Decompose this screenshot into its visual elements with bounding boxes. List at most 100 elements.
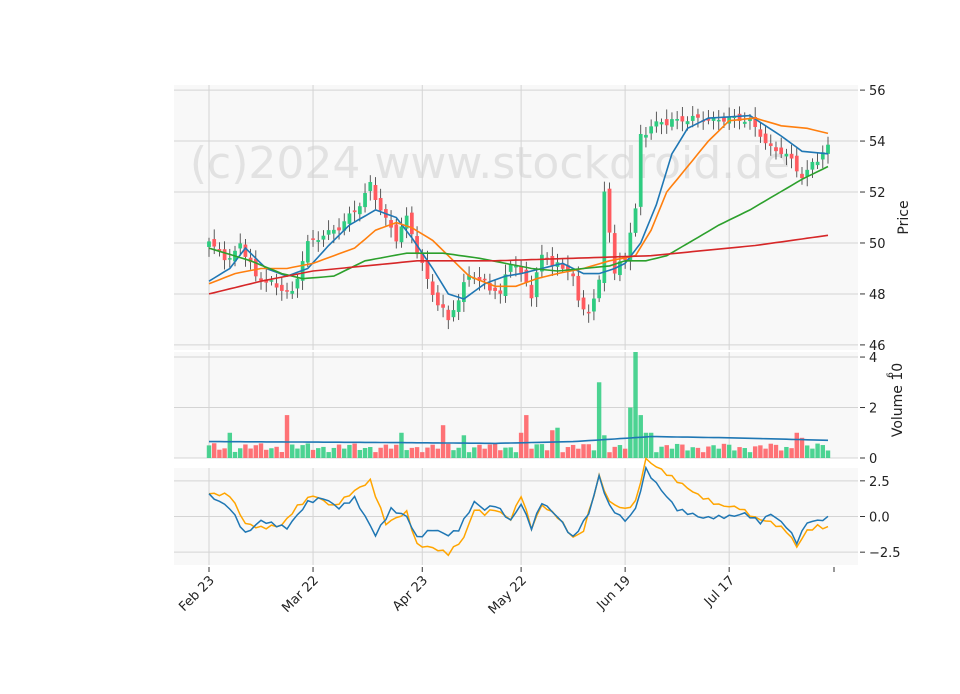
volume-bar <box>446 443 451 458</box>
volume-bar <box>576 448 581 458</box>
volume-bar <box>591 450 597 458</box>
candle-body <box>253 258 258 277</box>
volume-bar <box>690 447 695 458</box>
candle-body <box>222 249 227 261</box>
volume-tick-label: 0 <box>869 452 877 467</box>
volume-bar <box>680 444 685 458</box>
volume-bar <box>430 444 435 458</box>
volume-bar <box>492 443 498 458</box>
volume-bar <box>700 452 706 458</box>
volume-bar <box>508 447 513 458</box>
volume-bar <box>581 444 586 458</box>
volume-bar <box>248 448 253 458</box>
volume-bar <box>237 448 243 458</box>
volume-bar <box>544 450 550 458</box>
candle-body <box>779 147 784 155</box>
candle-body <box>696 114 700 118</box>
candle-body <box>534 272 539 298</box>
candle-body <box>800 173 804 179</box>
volume-bar <box>482 448 487 458</box>
volume-bar <box>586 444 591 458</box>
volume-bar <box>498 450 503 458</box>
volume-bar <box>810 448 815 458</box>
volume-bar <box>555 427 560 458</box>
volume-bar <box>206 445 212 458</box>
candle-body <box>352 210 357 213</box>
volume-bar <box>451 450 456 458</box>
candle-body <box>597 279 601 299</box>
volume-bar <box>227 432 233 458</box>
volume-bar <box>602 435 607 458</box>
volume-axis-exponent: 6 <box>886 372 896 378</box>
volume-bar <box>628 407 633 458</box>
volume-bar <box>394 444 399 458</box>
volume-bar <box>825 450 831 458</box>
volume-bar <box>414 447 420 458</box>
candle-body <box>311 238 315 240</box>
volume-bar <box>258 443 264 458</box>
volume-bar <box>784 446 789 458</box>
volume-bar <box>399 432 404 458</box>
candle-body <box>279 284 284 291</box>
candle-body <box>482 278 487 281</box>
volume-bar <box>290 444 295 458</box>
volume-bar <box>357 449 363 458</box>
oscillator-tick-label: 0.0 <box>869 511 890 526</box>
candle-body <box>394 224 399 242</box>
volume-bar <box>440 425 446 458</box>
x-tick-label: Jul 17 <box>701 573 738 610</box>
candle-body <box>347 213 352 224</box>
volume-bar <box>425 447 430 458</box>
candle-body <box>815 161 820 166</box>
candle-body <box>560 264 565 269</box>
candle-body <box>763 133 768 144</box>
volume-bar <box>284 415 290 458</box>
volume-bar <box>279 452 285 458</box>
candle-body <box>675 119 680 121</box>
volume-bar <box>664 445 669 458</box>
candle-body <box>357 206 362 215</box>
volume-bar <box>211 443 217 458</box>
volume-bar <box>758 445 763 458</box>
volume-bar <box>768 443 773 458</box>
volume-bar <box>804 445 810 458</box>
candle-body <box>519 266 523 273</box>
volume-bar <box>789 448 794 458</box>
candle-body <box>316 240 321 242</box>
volume-bar <box>383 444 389 458</box>
volume-bar <box>778 450 784 458</box>
candle-body <box>285 290 289 292</box>
volume-bar <box>659 446 664 458</box>
candle-body <box>826 144 830 154</box>
candle-body <box>789 153 794 159</box>
volume-bar <box>534 444 539 458</box>
candle-body <box>410 212 414 235</box>
candle-body <box>227 258 232 260</box>
candle-body <box>805 169 810 177</box>
volume-bar <box>524 415 529 458</box>
volume-bar <box>305 443 311 458</box>
oscillator-tick-label: 2.5 <box>869 475 890 490</box>
candle-body <box>378 198 383 211</box>
price-tick-label: 54 <box>869 135 886 150</box>
candle-body <box>576 275 581 301</box>
volume-bar <box>711 445 716 458</box>
volume-bar <box>737 447 742 458</box>
volume-bar <box>352 443 357 458</box>
volume-bar <box>820 445 826 458</box>
volume-bar <box>326 452 331 458</box>
x-tick-label: May 22 <box>486 573 530 617</box>
volume-bar <box>295 448 300 458</box>
volume-bar <box>716 448 721 458</box>
volume-bar <box>477 444 482 458</box>
volume-bar <box>362 447 368 458</box>
volume-bar <box>373 452 378 458</box>
volume-bar <box>685 450 690 458</box>
candle-body <box>508 264 513 272</box>
candle-body <box>498 290 503 294</box>
volume-bar <box>815 443 820 458</box>
candle-body <box>212 239 217 247</box>
candle-body <box>680 116 685 122</box>
candle-body <box>295 278 300 289</box>
candle-body <box>768 143 773 146</box>
